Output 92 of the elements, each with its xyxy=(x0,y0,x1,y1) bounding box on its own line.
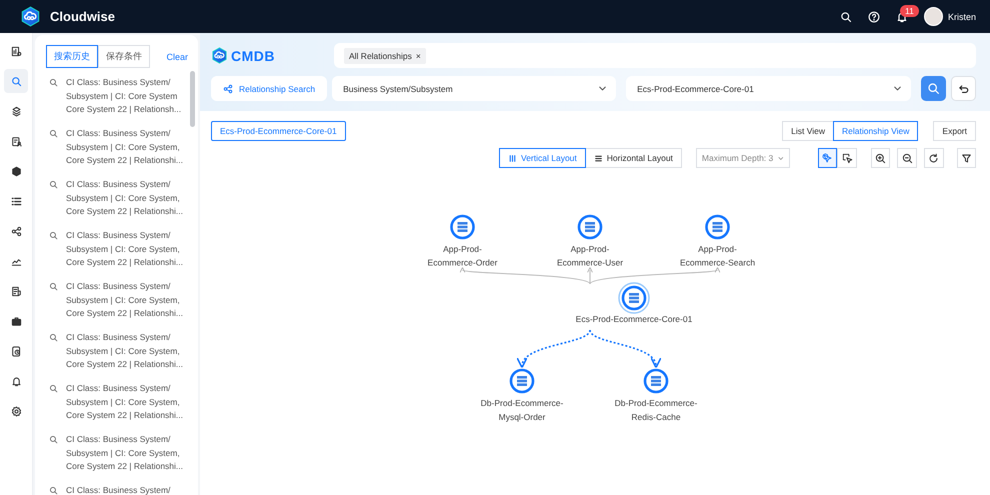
history-entry[interactable]: CI Class: Business System/ Subsystem | CI: Core System, Core System 22 | Relationshi... xyxy=(66,178,184,218)
zoom-in-button[interactable] xyxy=(870,148,890,168)
select-value: Maximum Depth: 3 xyxy=(702,153,774,163)
history-entry[interactable]: CI Class: Business System/ Subsystem | CI: Core System, Core System 22 | Relationshi... xyxy=(66,382,184,422)
pointer-select-icon[interactable] xyxy=(822,152,834,164)
select-value: Ecs-Prod-Ecommerce-Core-01 xyxy=(637,84,754,94)
briefcase-icon[interactable] xyxy=(10,316,22,326)
cmdb-title: CMDB xyxy=(231,48,275,64)
history-entry[interactable]: CI Class: Business System/ xyxy=(66,484,170,495)
scrollbar-thumb[interactable] xyxy=(190,71,195,127)
search-icon xyxy=(49,78,58,87)
search-icon xyxy=(49,282,58,291)
current-ci-tag[interactable]: Ecs-Prod-Ecommerce-Core-01 xyxy=(211,121,346,141)
history-entry[interactable]: CI Class: Business System/ Subsystem | CI: Core System, Core System 22 | Relationshi... xyxy=(66,127,184,168)
relation-edge xyxy=(589,330,660,368)
search-icon xyxy=(49,180,58,189)
horizontal-lines-icon xyxy=(594,154,603,162)
depth-select[interactable]: Maximum Depth: 3 xyxy=(696,148,790,168)
node-label: App-Prod- xyxy=(570,244,610,254)
refresh-button[interactable] xyxy=(924,148,944,168)
user-name[interactable]: Kristen xyxy=(948,12,976,22)
ci-instance-select[interactable]: Ecs-Prod-Ecommerce-Core-01 xyxy=(626,76,912,101)
brand-name: Cloudwise xyxy=(50,9,116,24)
back-arrow-icon xyxy=(958,82,970,94)
node-label: Ecommerce-Order xyxy=(428,258,498,268)
server-node-icon[interactable] xyxy=(450,214,475,240)
search-icon xyxy=(49,384,58,393)
refresh-icon xyxy=(928,152,940,164)
filter-button[interactable] xyxy=(956,148,976,168)
help-icon[interactable] xyxy=(868,10,880,22)
view-toggle[interactable]: Relationship View xyxy=(833,121,918,141)
search-icon xyxy=(927,82,940,95)
node-label: Db-Prod-Ecommerce- xyxy=(614,398,698,408)
remove-tag-button[interactable]: × xyxy=(416,50,421,60)
clipboard-user-icon[interactable] xyxy=(10,136,22,146)
list-icon[interactable] xyxy=(10,196,22,206)
settings-icon[interactable] xyxy=(10,406,22,416)
layers-icon[interactable] xyxy=(10,106,22,116)
node-label: Ecs-Prod-Ecommerce-Core-01 xyxy=(576,314,692,324)
document-clock-icon[interactable] xyxy=(10,346,22,356)
document-icon[interactable] xyxy=(10,286,22,296)
search-button[interactable] xyxy=(921,76,946,101)
marquee-select-icon[interactable] xyxy=(842,152,853,164)
node-label: Ecommerce-Search xyxy=(680,258,756,268)
node-label: Db-Prod-Ecommerce- xyxy=(480,398,564,408)
zoom-out-icon xyxy=(902,152,913,164)
history-entry[interactable]: CI Class: Business System/ Subsystem | CI: Core System Core System 22 | Relationsh... xyxy=(66,76,182,116)
server-node-icon[interactable] xyxy=(510,368,534,394)
node-label: Ecommerce-User xyxy=(556,258,624,268)
clear-link[interactable]: Clear xyxy=(166,52,188,62)
zoom-in-icon xyxy=(875,152,886,164)
server-node-icon[interactable] xyxy=(644,368,668,394)
back-button[interactable] xyxy=(951,76,976,101)
node-label: App-Prod- xyxy=(698,244,737,254)
bell-icon[interactable] xyxy=(10,376,22,386)
history-entry[interactable]: CI Class: Business System/ Subsystem | CI: Core System, Core System 22 | Relationshi... xyxy=(66,331,184,372)
vertical-bars-icon xyxy=(508,154,517,162)
ci-class-select[interactable]: Business System/Subsystem xyxy=(332,76,616,101)
report-icon[interactable] xyxy=(10,46,22,56)
notification-badge: 11 xyxy=(900,4,919,16)
search-icon xyxy=(49,333,58,342)
cmdb-logo-icon xyxy=(211,47,228,64)
search-icon xyxy=(49,231,58,240)
search-icon xyxy=(49,129,58,138)
history-entry[interactable]: CI Class: Business System/ Subsystem | CI: Core System, Core System 22 | Relationshi... xyxy=(66,280,184,320)
server-node-icon[interactable] xyxy=(705,214,730,240)
select-value: Business System/Subsystem xyxy=(343,84,453,94)
zoom-out-button[interactable] xyxy=(897,148,917,168)
share-nodes-icon xyxy=(223,84,233,94)
server-node-icon[interactable] xyxy=(578,214,602,240)
export-button[interactable]: Export xyxy=(933,121,976,141)
view-toggle[interactable]: List View xyxy=(782,121,834,141)
server-node-icon[interactable] xyxy=(618,282,650,314)
search-icon xyxy=(49,486,58,495)
relationship-search-button[interactable]: Relationship Search xyxy=(211,76,328,101)
search-icon[interactable] xyxy=(840,10,852,22)
history-entry[interactable]: CI Class: Business System/ Subsystem | CI: Core System, Core System 22 | Relationshi... xyxy=(66,433,184,474)
layout-toggle[interactable]: Vertical Layout xyxy=(499,148,586,168)
cloudwise-logo-icon[interactable] xyxy=(20,6,41,27)
filter-icon xyxy=(960,152,972,164)
search-icon xyxy=(49,435,58,444)
layout-toggle[interactable]: Horizontal Layout xyxy=(584,148,682,168)
node-label: Redis-Cache xyxy=(631,412,681,422)
share-nodes-icon[interactable] xyxy=(10,226,22,236)
filter-tag-label: All Relationships xyxy=(349,50,412,60)
node-label: App-Prod- xyxy=(443,244,482,254)
history-entry[interactable]: CI Class: Business System/ Subsystem | CI: Core System, Core System 22 | Relationshi... xyxy=(66,229,184,270)
history-tab[interactable]: 搜索历史 xyxy=(46,45,98,68)
filter-field[interactable]: All Relationships × xyxy=(334,43,976,68)
user-avatar[interactable] xyxy=(924,7,943,26)
node-label: Mysql-Order xyxy=(498,412,546,422)
history-tab[interactable]: 保存条件 xyxy=(98,45,150,68)
